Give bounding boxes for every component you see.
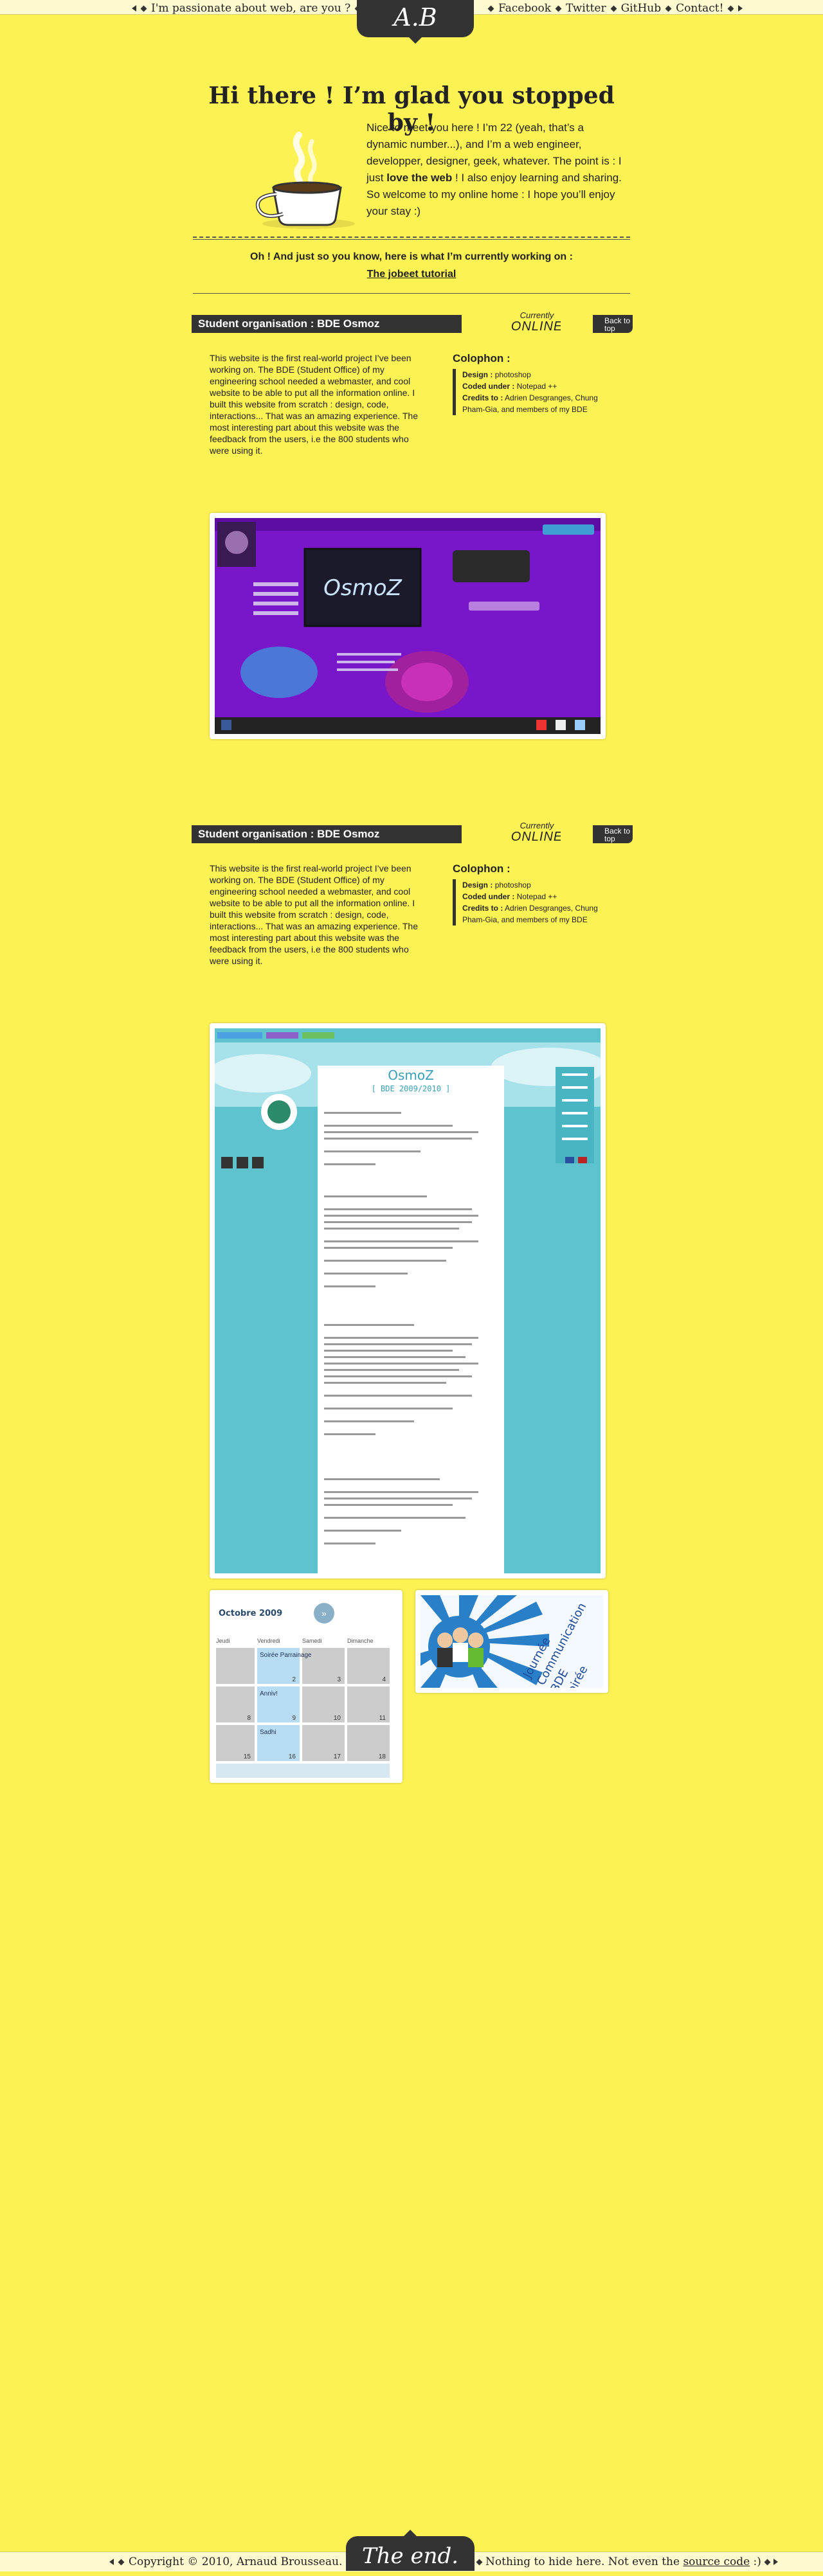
design-label: Design : bbox=[462, 370, 493, 379]
colophon-title: Colophon : bbox=[453, 863, 511, 875]
hide-text: Nothing to hide here. Not even the bbox=[485, 2555, 683, 2568]
copyright: Copyright © 2010, Arnaud Brousseau. bbox=[109, 2555, 353, 2568]
the-end-logo: The end. bbox=[346, 2530, 475, 2571]
nav-link-github[interactable]: GitHub bbox=[621, 2, 662, 15]
calendar-day-number: 3 bbox=[337, 1676, 341, 1683]
source-note-text: Nothing to hide here. Not even the sourc… bbox=[485, 2555, 761, 2568]
coded-value: Notepad ++ bbox=[516, 892, 557, 901]
nav-link-facebook[interactable]: Facebook bbox=[498, 2, 551, 15]
project-screenshot-calendar[interactable]: Octobre 2009 » Jeudi Vendredi Samedi Dim… bbox=[210, 1590, 402, 1783]
project-title: Student organisation : BDE Osmoz bbox=[192, 315, 462, 333]
back-to-top-label: Back to top bbox=[604, 316, 631, 333]
current-work-link[interactable]: The jobeet tutorial bbox=[367, 269, 457, 280]
intro-strong: love the web bbox=[386, 172, 453, 184]
design-value: photoshop bbox=[494, 370, 531, 379]
calendar-preview: Octobre 2009 » Jeudi Vendredi Samedi Dim… bbox=[215, 1595, 397, 1778]
arrow-right-icon bbox=[738, 5, 743, 12]
calendar-day-number: 2 bbox=[292, 1676, 296, 1683]
status-big: ONLINE bbox=[511, 830, 563, 844]
coded-label: Coded under : bbox=[462, 892, 515, 901]
calendar-day-number: 8 bbox=[247, 1715, 251, 1722]
back-to-top-button[interactable]: Back to top bbox=[561, 315, 633, 333]
diamond-icon bbox=[555, 5, 562, 12]
calendar-event: Sadhi bbox=[260, 1729, 276, 1736]
project-screenshot-poster[interactable]: Journée Communication BDE Soirée bbox=[415, 1590, 608, 1702]
calendar-day: Dimanche bbox=[347, 1638, 374, 1644]
source-code-link[interactable]: source code bbox=[683, 2555, 750, 2568]
arrow-left-icon bbox=[132, 5, 136, 12]
poster-preview: Journée Communication BDE Soirée bbox=[421, 1595, 603, 1702]
back-to-top-label: Back to top bbox=[604, 827, 631, 843]
smile-text: :) bbox=[750, 2555, 761, 2568]
project-screenshot-osmoz-purple[interactable]: OsmoZ bbox=[210, 513, 606, 739]
credits-label: Credits to : bbox=[462, 904, 503, 913]
source-note: Nothing to hide here. Not even the sourc… bbox=[476, 2555, 778, 2568]
calendar-day: Samedi bbox=[302, 1638, 322, 1644]
design-value: photoshop bbox=[494, 881, 531, 890]
calendar-day-number: 10 bbox=[334, 1715, 341, 1722]
coded-label: Coded under : bbox=[462, 382, 515, 391]
arrow-left-icon bbox=[109, 2559, 114, 2565]
project-screenshot-bde-teal[interactable]: OsmoZ [ BDE 2009/2010 ] bbox=[208, 1023, 607, 1579]
osmoz-site-preview: OsmoZ bbox=[215, 518, 601, 734]
dashed-divider bbox=[193, 237, 630, 238]
diamond-icon bbox=[610, 5, 617, 12]
calendar-event: Anniv! bbox=[260, 1690, 278, 1697]
divider bbox=[193, 293, 630, 294]
site-logo[interactable]: A.B bbox=[357, 0, 474, 44]
current-work-text: Oh ! And just so you know, here is what … bbox=[250, 251, 573, 262]
calendar-day-number: 16 bbox=[289, 1753, 296, 1760]
colophon: Design : photoshop Coded under : Notepad… bbox=[453, 369, 617, 415]
coffee-cup-icon bbox=[255, 132, 355, 229]
colophon-title: Colophon : bbox=[453, 352, 511, 364]
tagline-text: I'm passionate about web, are you ? bbox=[151, 2, 351, 15]
bde-site-preview: OsmoZ [ BDE 2009/2010 ] bbox=[208, 1028, 607, 1573]
diamond-icon bbox=[140, 5, 147, 12]
project-section: Student organisation : BDE Osmoz Current… bbox=[192, 821, 633, 1789]
status-online: Currently ONLINE bbox=[508, 310, 566, 334]
project-description: This website is the first real-world pro… bbox=[210, 863, 418, 966]
status-big: ONLINE bbox=[511, 319, 563, 334]
status-small: Currently bbox=[520, 310, 554, 320]
divider bbox=[193, 239, 630, 240]
osmoz-logo: OsmoZ bbox=[323, 575, 402, 601]
calendar-day: Jeudi bbox=[216, 1638, 230, 1644]
diamond-icon bbox=[764, 2559, 771, 2565]
diamond-icon bbox=[118, 2559, 125, 2565]
credits-label: Credits to : bbox=[462, 393, 503, 402]
project-description: This website is the first real-world pro… bbox=[210, 353, 418, 456]
coded-value: Notepad ++ bbox=[516, 382, 557, 391]
project-title: Student organisation : BDE Osmoz bbox=[192, 825, 462, 843]
back-to-top-button[interactable]: Back to top bbox=[561, 825, 633, 843]
calendar-event: Soirée Parrainage bbox=[260, 1652, 312, 1659]
tagline: I'm passionate about web, are you ? bbox=[132, 2, 361, 15]
status-small: Currently bbox=[520, 821, 554, 830]
status-online: Currently ONLINE bbox=[508, 821, 566, 844]
arrow-right-icon bbox=[773, 2559, 778, 2565]
calendar-day-number: 9 bbox=[292, 1715, 296, 1722]
nav-link-twitter[interactable]: Twitter bbox=[566, 2, 606, 15]
diamond-icon bbox=[665, 5, 672, 12]
bde-subtitle: [ BDE 2009/2010 ] bbox=[372, 1084, 451, 1093]
project-section: Student organisation : BDE Osmoz Current… bbox=[192, 311, 633, 746]
colophon: Design : photoshop Coded under : Notepad… bbox=[453, 879, 617, 926]
calendar-day: Vendredi bbox=[257, 1638, 280, 1644]
svg-text:»: » bbox=[321, 1608, 327, 1618]
calendar-day-number: 15 bbox=[244, 1753, 251, 1760]
diamond-icon bbox=[728, 5, 734, 12]
design-label: Design : bbox=[462, 881, 493, 890]
current-work: Oh ! And just so you know, here is what … bbox=[193, 248, 630, 283]
diamond-icon bbox=[487, 5, 494, 12]
copyright-text: Copyright © 2010, Arnaud Brousseau. bbox=[129, 2555, 343, 2568]
calendar-day-number: 11 bbox=[379, 1715, 386, 1722]
bde-logo: OsmoZ bbox=[388, 1068, 434, 1083]
calendar-title: Octobre 2009 bbox=[219, 1609, 282, 1618]
calendar-day-number: 18 bbox=[379, 1753, 386, 1760]
nav-links: Facebook Twitter GitHub Contact! bbox=[487, 2, 743, 15]
intro-text: Nice to meet you here ! I’m 22 (yeah, th… bbox=[366, 120, 624, 220]
calendar-day-number: 4 bbox=[382, 1676, 386, 1683]
nav-link-contact[interactable]: Contact! bbox=[676, 2, 723, 15]
calendar-day-number: 17 bbox=[334, 1753, 341, 1760]
diamond-icon bbox=[476, 2559, 483, 2565]
